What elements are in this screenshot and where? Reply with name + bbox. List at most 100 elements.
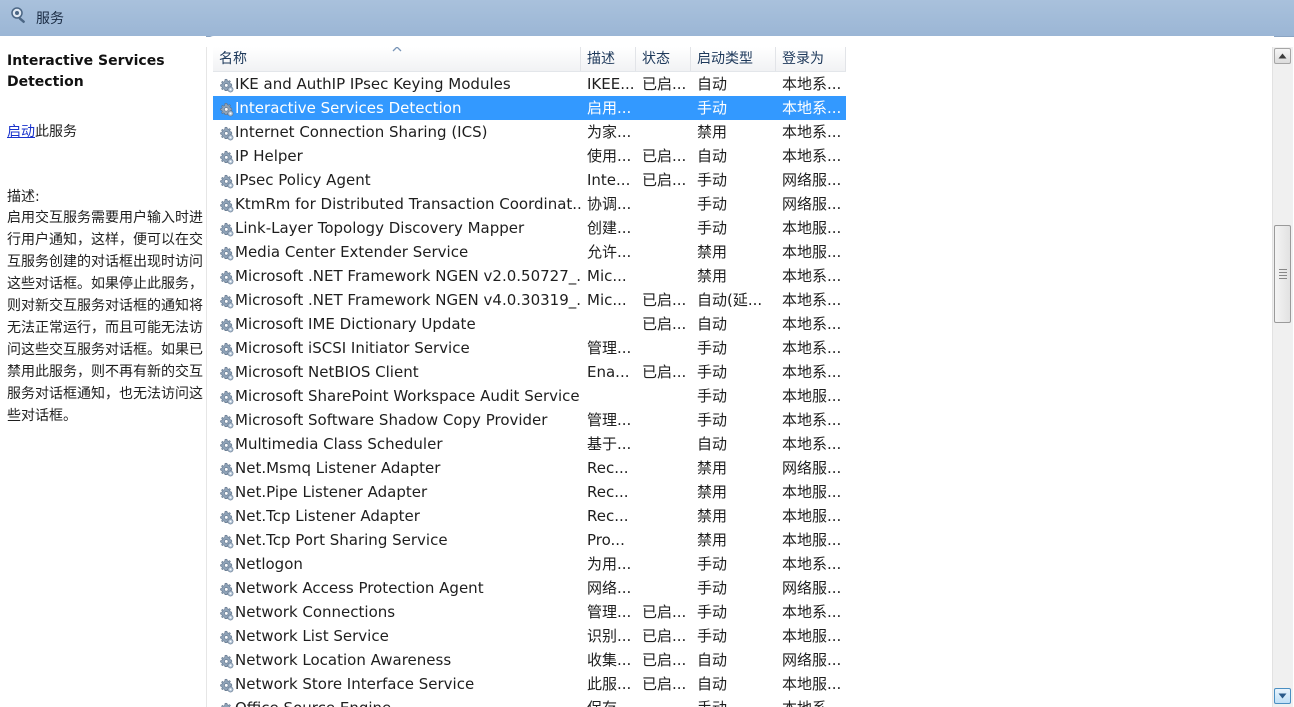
- service-row[interactable]: Microsoft SharePoint Workspace Audit Ser…: [213, 384, 846, 408]
- service-detail-pane: Interactive Services Detection 启动此服务 描述:…: [0, 47, 207, 707]
- service-row[interactable]: Net.Msmq Listener Adapter Rec... 禁用 网络服...: [213, 456, 846, 480]
- service-startup-type-cell: 手动: [697, 603, 728, 621]
- scroll-up-button[interactable]: [1274, 48, 1291, 64]
- service-startup-type-cell: 自动: [697, 147, 728, 165]
- service-row[interactable]: Network Store Interface Service 此服... 已启..…: [213, 672, 846, 696]
- service-name-cell: Internet Connection Sharing (ICS): [235, 123, 488, 141]
- service-status-cell: 已启...: [642, 75, 687, 93]
- service-row[interactable]: Network List Service 识别... 已启... 手动 本地服...: [213, 624, 846, 648]
- service-logon-cell: 本地服...: [782, 219, 842, 237]
- service-logon-cell: 本地系...: [782, 339, 842, 357]
- service-row[interactable]: Office Source Engine 保存... 手动本地系...: [213, 696, 846, 707]
- gear-icon: [218, 676, 234, 693]
- service-row[interactable]: Microsoft IME Dictionary Update 已启... 自动 本地…: [213, 312, 846, 336]
- service-startup-type-cell: 自动: [697, 651, 728, 669]
- column-header-status[interactable]: 状态: [636, 47, 691, 71]
- service-description-cell: 管理...: [587, 603, 632, 621]
- service-status-cell: [642, 192, 689, 216]
- column-header-logon-as[interactable]: 登录为: [776, 47, 846, 71]
- service-row[interactable]: Net.Pipe Listener Adapter Rec... 禁用 本地服...: [213, 480, 846, 504]
- list-top-gap: [206, 36, 1274, 47]
- service-logon-cell: 本地系...: [782, 603, 842, 621]
- service-row[interactable]: Microsoft .NET Framework NGEN v2.0.50727…: [213, 264, 846, 288]
- service-logon-cell: 网络服...: [782, 459, 842, 477]
- service-status-cell: [642, 336, 689, 360]
- service-row[interactable]: IPsec Policy Agent Inte... 已启... 手动 网络服...: [213, 168, 846, 192]
- gear-icon: [218, 124, 234, 141]
- service-name-cell: KtmRm for Distributed Transaction Coordi…: [235, 195, 581, 213]
- service-name-cell: Network Store Interface Service: [235, 675, 475, 693]
- service-status-cell: [642, 216, 689, 240]
- service-startup-type-cell: 自动(延...: [697, 291, 763, 309]
- scroll-down-arrow-icon: [1278, 693, 1287, 699]
- service-description-cell: Pro...: [587, 531, 625, 549]
- service-description-cell: 识别...: [587, 627, 632, 645]
- service-status-cell: [642, 576, 689, 600]
- service-row[interactable]: Multimedia Class Scheduler 基于... 自动 本地系...: [213, 432, 846, 456]
- service-status-cell: 已启...: [642, 603, 687, 621]
- column-header-description[interactable]: 描述: [581, 47, 636, 71]
- service-name-cell: Microsoft .NET Framework NGEN v2.0.50727…: [235, 267, 581, 285]
- service-status-cell: [642, 696, 689, 707]
- service-status-cell: [642, 408, 689, 432]
- description-label: 描述:: [7, 189, 40, 205]
- service-startup-type-cell: 自动: [697, 75, 728, 93]
- service-status-cell: [642, 456, 689, 480]
- service-logon-cell: 本地服...: [782, 507, 842, 525]
- service-row[interactable]: IP Helper 使用... 已启... 自动 本地系...: [213, 144, 846, 168]
- service-row[interactable]: IKE and AuthIP IPsec Keying Modules IKEE.…: [213, 72, 846, 96]
- service-logon-cell: 本地服...: [782, 387, 842, 405]
- service-row[interactable]: Media Center Extender Service 允许... 禁用 本地服.…: [213, 240, 846, 264]
- service-row[interactable]: Microsoft Software Shadow Copy Provider 管…: [213, 408, 846, 432]
- service-logon-cell: 本地系...: [782, 267, 842, 285]
- service-row[interactable]: KtmRm for Distributed Transaction Coordi…: [213, 192, 846, 216]
- service-logon-cell: 本地系...: [782, 315, 842, 333]
- service-status-cell: [642, 480, 689, 504]
- service-row[interactable]: Microsoft iSCSI Initiator Service 管理... 手动…: [213, 336, 846, 360]
- service-row-selected[interactable]: Interactive Services Detection 启用... 手动 本地系…: [213, 96, 846, 120]
- service-startup-type-cell: 自动: [697, 675, 728, 693]
- service-name-cell: Media Center Extender Service: [235, 243, 469, 261]
- service-name-cell: Network Connections: [235, 603, 396, 621]
- gear-icon: [218, 268, 234, 285]
- service-row[interactable]: Microsoft .NET Framework NGEN v4.0.30319…: [213, 288, 846, 312]
- gear-icon: [218, 244, 234, 261]
- service-status-cell: [642, 384, 689, 408]
- service-row[interactable]: Microsoft NetBIOS Client Ena... 已启... 手动 本地系…: [213, 360, 846, 384]
- gear-icon: [218, 508, 234, 525]
- service-startup-type-cell: 手动: [697, 99, 728, 117]
- service-row[interactable]: Netlogon 为用... 手动 本地系...: [213, 552, 846, 576]
- service-row[interactable]: Internet Connection Sharing (ICS) 为家... 禁用…: [213, 120, 846, 144]
- column-header-startup-type[interactable]: 启动类型: [691, 47, 776, 71]
- service-description-cell: 为家...: [587, 123, 632, 141]
- service-name-cell: Interactive Services Detection: [235, 99, 462, 117]
- service-row[interactable]: Net.Tcp Port Sharing Service Pro... 禁用 本地服.…: [213, 528, 846, 552]
- scrollbar-thumb[interactable]: [1274, 225, 1291, 323]
- service-status-cell: 已启...: [642, 363, 687, 381]
- service-row[interactable]: Net.Tcp Listener Adapter Rec... 禁用 本地服...: [213, 504, 846, 528]
- service-logon-cell: 本地服...: [782, 531, 842, 549]
- service-startup-type-cell: 禁用: [697, 123, 728, 141]
- start-service-line: 启动此服务: [7, 121, 77, 141]
- service-description-cell: 创建...: [587, 219, 632, 237]
- service-row[interactable]: Link-Layer Topology Discovery Mapper 创建..…: [213, 216, 846, 240]
- service-row[interactable]: Network Connections 管理... 已启... 手动 本地系...: [213, 600, 846, 624]
- start-service-link[interactable]: 启动: [7, 124, 35, 140]
- scroll-down-button[interactable]: [1274, 688, 1291, 704]
- service-status-cell: [642, 264, 689, 288]
- service-name-cell: Network Access Protection Agent: [235, 579, 484, 597]
- service-row[interactable]: Network Access Protection Agent 网络... 手动 网络…: [213, 576, 846, 600]
- service-name-cell: Link-Layer Topology Discovery Mapper: [235, 219, 525, 237]
- service-name-cell: IKE and AuthIP IPsec Keying Modules: [235, 75, 511, 93]
- service-logon-cell: 本地系...: [782, 363, 842, 381]
- thumb-grip-line: [1279, 275, 1287, 276]
- detail-top-gap: [0, 36, 206, 47]
- service-description-cell: [587, 384, 633, 408]
- vertical-scrollbar[interactable]: [1272, 47, 1293, 707]
- service-status-cell: 已启...: [642, 171, 687, 189]
- service-logon-cell: 本地系...: [782, 291, 842, 309]
- service-name-cell: Microsoft SharePoint Workspace Audit Ser…: [235, 387, 580, 405]
- service-row[interactable]: Network Location Awareness 收集... 已启... 自动 网络…: [213, 648, 846, 672]
- service-name-cell: Net.Msmq Listener Adapter: [235, 459, 441, 477]
- service-startup-type-cell: 手动: [697, 195, 728, 213]
